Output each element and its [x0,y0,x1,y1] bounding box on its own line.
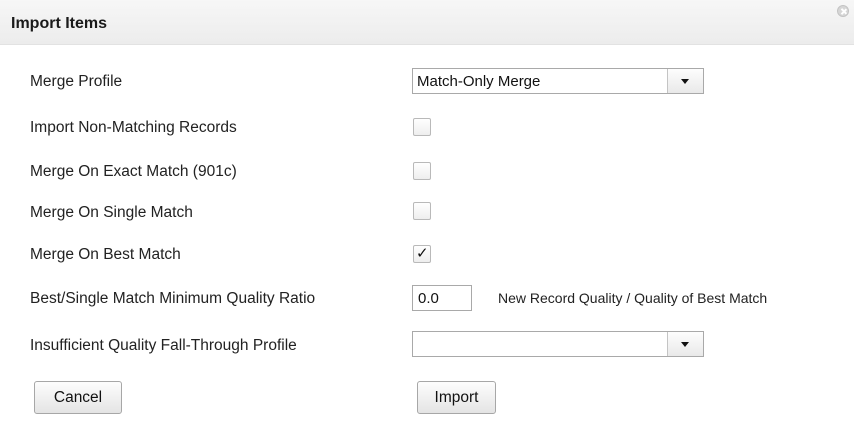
fallthrough-profile-select[interactable] [412,331,704,357]
chevron-down-icon [681,342,689,347]
fallthrough-profile-dropdown-button[interactable] [667,332,703,356]
merge-profile-value: Match-Only Merge [417,73,541,90]
dialog-titlebar: Import Items [0,0,854,45]
quality-ratio-input[interactable] [412,285,472,311]
merge-best-checkbox[interactable]: ✓ [413,245,431,263]
merge-profile-select[interactable]: Match-Only Merge [412,68,704,94]
close-icon[interactable] [837,5,849,17]
dialog-title: Import Items [11,15,108,32]
import-non-matching-checkbox[interactable] [413,118,431,136]
merge-single-checkbox[interactable] [413,202,431,220]
fallthrough-profile-label: Insufficient Quality Fall-Through Profil… [30,337,297,354]
import-button[interactable]: Import [417,381,496,414]
chevron-down-icon [681,79,689,84]
check-icon: ✓ [416,245,429,262]
quality-ratio-label: Best/Single Match Minimum Quality Ratio [30,290,316,307]
merge-exact-checkbox[interactable] [413,162,431,180]
merge-profile-label: Merge Profile [30,73,123,90]
merge-exact-label: Merge On Exact Match (901c) [30,163,237,180]
cancel-button[interactable]: Cancel [34,381,122,414]
import-non-matching-label: Import Non-Matching Records [30,119,237,136]
merge-profile-dropdown-button[interactable] [667,69,703,93]
merge-best-label: Merge On Best Match [30,246,181,263]
merge-single-label: Merge On Single Match [30,204,193,221]
quality-ratio-hint: New Record Quality / Quality of Best Mat… [498,290,768,306]
